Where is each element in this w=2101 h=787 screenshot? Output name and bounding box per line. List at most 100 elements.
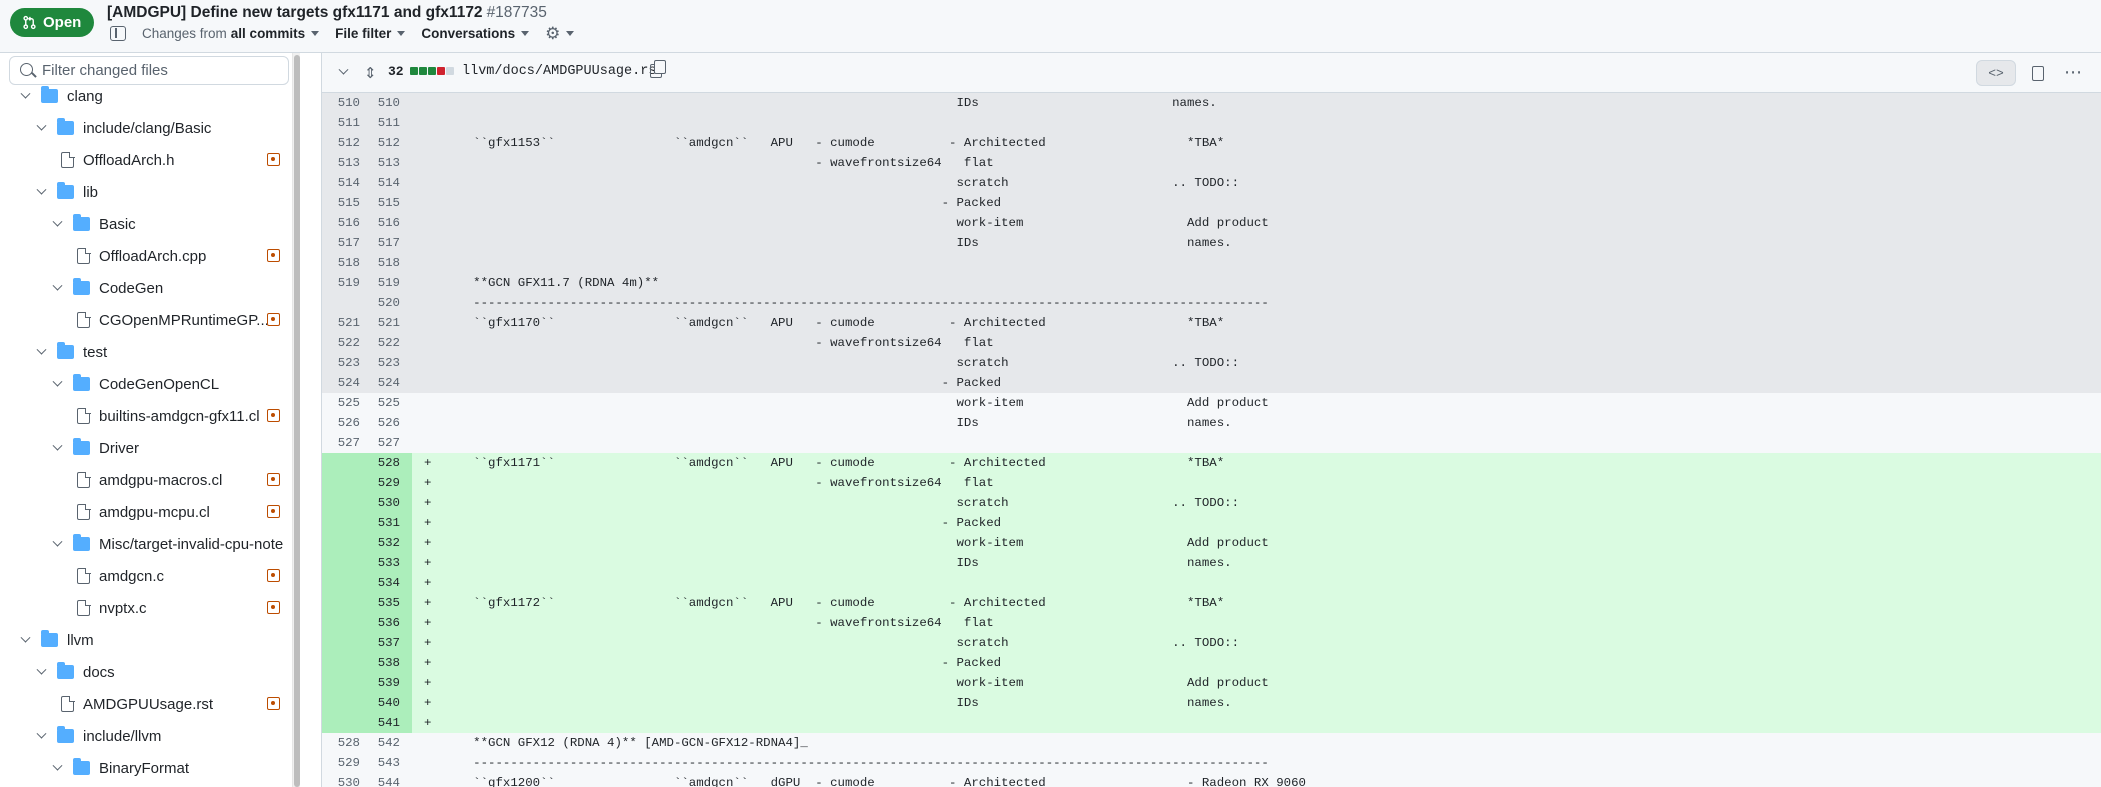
new-line-number[interactable]: 539: [372, 673, 412, 693]
old-line-number[interactable]: [322, 613, 372, 633]
diff-line-context[interactable]: 515 515 - Packed: [322, 193, 2101, 213]
old-line-number[interactable]: 529: [322, 753, 372, 773]
tree-folder[interactable]: BinaryFormat: [50, 752, 189, 784]
new-line-number[interactable]: 517: [372, 233, 412, 253]
new-line-number[interactable]: 525: [372, 393, 412, 413]
old-line-number[interactable]: 528: [322, 733, 372, 753]
tree-file[interactable]: amdgpu-mcpu.cl: [77, 496, 210, 528]
diff-line-context[interactable]: 513 513 - wavefrontsize64 flat: [322, 153, 2101, 173]
diff-line-added[interactable]: 529 + - wavefrontsize64 flat: [322, 473, 2101, 493]
diff-line-added[interactable]: 539 + work-item Add product: [322, 673, 2101, 693]
new-line-number[interactable]: 520: [372, 293, 412, 313]
old-line-number[interactable]: 523: [322, 353, 372, 373]
diff-line-context[interactable]: 530 544 ``gfx1200`` ``amdgcn`` dGPU - cum…: [322, 773, 2101, 787]
new-line-number[interactable]: 526: [372, 413, 412, 433]
old-line-number[interactable]: [322, 653, 372, 673]
old-line-number[interactable]: 530: [322, 773, 372, 787]
new-line-number[interactable]: 531: [372, 513, 412, 533]
new-line-number[interactable]: 543: [372, 753, 412, 773]
diff-line-context[interactable]: 511 511: [322, 113, 2101, 133]
new-line-number[interactable]: 537: [372, 633, 412, 653]
new-line-number[interactable]: 542: [372, 733, 412, 753]
sidebar-scrollbar-thumb[interactable]: [294, 55, 300, 787]
changes-from-dropdown[interactable]: Changes from all commits: [142, 26, 320, 41]
tree-folder[interactable]: Basic: [50, 208, 136, 240]
diff-line-context[interactable]: 521 521 ``gfx1170`` ``amdgcn`` APU - cumo…: [322, 313, 2101, 333]
old-line-number[interactable]: [322, 633, 372, 653]
old-line-number[interactable]: [322, 473, 372, 493]
tree-file[interactable]: CGOpenMPRuntimeGP...: [77, 304, 269, 336]
old-line-number[interactable]: 519: [322, 273, 372, 293]
old-line-number[interactable]: [322, 693, 372, 713]
tree-file[interactable]: amdgcn.c: [77, 560, 164, 592]
new-line-number[interactable]: 522: [372, 333, 412, 353]
new-line-number[interactable]: 530: [372, 493, 412, 513]
new-line-number[interactable]: 540: [372, 693, 412, 713]
old-line-number[interactable]: 521: [322, 313, 372, 333]
diff-line-added[interactable]: 528 + ``gfx1171`` ``amdgcn`` APU - cumode…: [322, 453, 2101, 473]
tree-file[interactable]: OffloadArch.cpp: [77, 240, 206, 272]
tree-folder[interactable]: include/llvm: [34, 720, 161, 752]
old-line-number[interactable]: 527: [322, 433, 372, 453]
new-line-number[interactable]: 512: [372, 133, 412, 153]
diff-line-context[interactable]: 522 522 - wavefrontsize64 flat: [322, 333, 2101, 353]
tree-file[interactable]: OffloadArch.h: [61, 144, 174, 176]
chevron-down-icon[interactable]: [50, 441, 64, 455]
new-line-number[interactable]: 541: [372, 713, 412, 733]
old-line-number[interactable]: [322, 453, 372, 473]
new-line-number[interactable]: 536: [372, 613, 412, 633]
chevron-down-icon[interactable]: [50, 761, 64, 775]
sidebar-toggle-button[interactable]: [110, 25, 126, 41]
old-line-number[interactable]: 526: [322, 413, 372, 433]
tree-folder[interactable]: clang: [18, 80, 103, 112]
chevron-down-icon[interactable]: [18, 633, 32, 647]
diff-line-added[interactable]: 531 + - Packed: [322, 513, 2101, 533]
diff-line-added[interactable]: 540 + IDs names.: [322, 693, 2101, 713]
old-line-number[interactable]: 524: [322, 373, 372, 393]
tree-folder[interactable]: Misc/target-invalid-cpu-note: [50, 528, 283, 560]
old-line-number[interactable]: [322, 493, 372, 513]
new-line-number[interactable]: 538: [372, 653, 412, 673]
diff-line-context[interactable]: 520 ------------------------------------…: [322, 293, 2101, 313]
old-line-number[interactable]: 517: [322, 233, 372, 253]
diff-line-added[interactable]: 538 + - Packed: [322, 653, 2101, 673]
new-line-number[interactable]: 516: [372, 213, 412, 233]
chevron-down-icon[interactable]: [50, 537, 64, 551]
diff-line-context[interactable]: 514 514 scratch .. TODO::: [322, 173, 2101, 193]
old-line-number[interactable]: [322, 293, 372, 313]
new-line-number[interactable]: 511: [372, 113, 412, 133]
new-line-number[interactable]: 533: [372, 553, 412, 573]
chevron-down-icon[interactable]: [34, 345, 48, 359]
old-line-number[interactable]: 513: [322, 153, 372, 173]
new-line-number[interactable]: 544: [372, 773, 412, 787]
collapse-file-button[interactable]: [336, 65, 350, 79]
old-line-number[interactable]: [322, 573, 372, 593]
diff-line-added[interactable]: 541 +: [322, 713, 2101, 733]
tree-file[interactable]: builtins-amdgcn-gfx11.cl: [77, 400, 260, 432]
more-options-icon[interactable]: ⋯: [2064, 62, 2083, 83]
view-rich-diff-button[interactable]: [2018, 60, 2058, 86]
diff-line-context[interactable]: 516 516 work-item Add product: [322, 213, 2101, 233]
chevron-down-icon[interactable]: [34, 185, 48, 199]
tree-folder[interactable]: llvm: [18, 624, 94, 656]
diff-line-added[interactable]: 537 + scratch .. TODO::: [322, 633, 2101, 653]
tree-file[interactable]: AMDGPUUsage.rst: [61, 688, 213, 720]
chevron-down-icon[interactable]: [34, 121, 48, 135]
diff-line-context[interactable]: 512 512 ``gfx1153`` ``amdgcn`` APU - cumo…: [322, 133, 2101, 153]
old-line-number[interactable]: 512: [322, 133, 372, 153]
new-line-number[interactable]: 528: [372, 453, 412, 473]
new-line-number[interactable]: 521: [372, 313, 412, 333]
diff-line-context[interactable]: 527 527: [322, 433, 2101, 453]
diff-line-added[interactable]: 534 +: [322, 573, 2101, 593]
conversations-dropdown[interactable]: Conversations: [421, 26, 530, 41]
diff-line-context[interactable]: 519 519 **GCN GFX11.7 (RDNA 4m)**: [322, 273, 2101, 293]
diff-settings-button[interactable]: ⚙: [545, 25, 575, 42]
diff-line-added[interactable]: 536 + - wavefrontsize64 flat: [322, 613, 2101, 633]
tree-folder[interactable]: CodeGen: [50, 272, 163, 304]
file-filter-dropdown[interactable]: File filter: [335, 26, 406, 41]
new-line-number[interactable]: 523: [372, 353, 412, 373]
diff-file-path[interactable]: llvm/docs/AMDGPUUsage.rst: [462, 64, 665, 79]
diff-line-context[interactable]: 523 523 scratch .. TODO::: [322, 353, 2101, 373]
tree-file[interactable]: nvptx.c: [77, 592, 147, 624]
tree-folder[interactable]: lib: [34, 176, 98, 208]
